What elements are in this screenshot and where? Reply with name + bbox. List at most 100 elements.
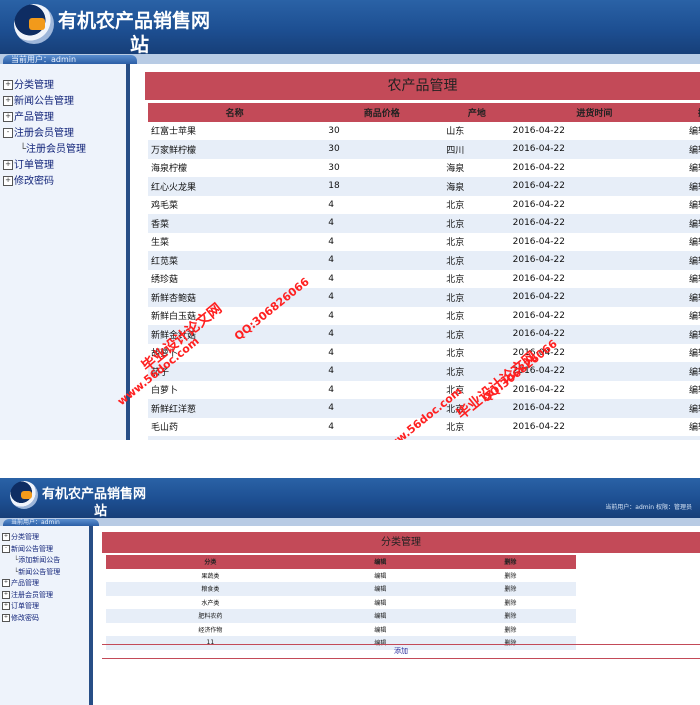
sidebar-subitem[interactable]: └添加新闻公告 xyxy=(14,555,60,565)
edit-link[interactable]: 编辑 xyxy=(677,436,700,440)
expand-icon[interactable]: + xyxy=(3,96,13,106)
product-date: 2016-04-22 xyxy=(512,162,565,173)
table-row: 生菜 4 北京 2016-04-22 编辑 xyxy=(148,233,700,252)
sidebar-item-label: 新闻公告管理 xyxy=(18,567,61,576)
add-link[interactable]: 添加 xyxy=(102,644,700,659)
edit-link[interactable]: 编辑 xyxy=(677,251,700,270)
product-price: 4 xyxy=(328,384,335,395)
edit-link[interactable]: 编辑 xyxy=(677,122,700,141)
product-date: 2016-04-22 xyxy=(512,310,565,321)
page-title-2: 分类管理 xyxy=(102,532,700,553)
sidebar-subitem[interactable]: └注册会员管理 xyxy=(20,140,86,155)
sidebar-item[interactable]: + 产品管理 xyxy=(2,578,39,588)
edit-link[interactable]: 编辑 xyxy=(677,399,700,418)
product-date: 2016-04-22 xyxy=(512,199,565,210)
sidebar-subitem[interactable]: └新闻公告管理 xyxy=(14,567,60,577)
edit-link[interactable]: 编辑 xyxy=(677,288,700,307)
expand-icon[interactable]: + xyxy=(3,80,13,90)
edit-link[interactable]: 编辑 xyxy=(315,609,446,623)
sidebar-item-label: 新闻公告管理 xyxy=(11,544,53,553)
sidebar-item[interactable]: + 修改密码 xyxy=(2,613,39,623)
edit-link[interactable]: 编辑 xyxy=(316,569,446,583)
collapse-icon[interactable]: - xyxy=(3,128,13,138)
edit-link[interactable]: 编辑 xyxy=(677,307,700,326)
sidebar-item[interactable]: + 分类管理 xyxy=(3,76,54,91)
delete-link[interactable]: 删除 xyxy=(445,582,576,596)
delete-link[interactable]: 删除 xyxy=(445,609,576,623)
edit-link[interactable]: 编辑 xyxy=(677,233,700,252)
product-name: 新鲜红洋葱 xyxy=(148,399,323,418)
sidebar-item[interactable]: + 注册会员管理 xyxy=(2,590,53,600)
edit-link[interactable]: 编辑 xyxy=(677,196,700,215)
table-row: 新鲜金针菇4北京2016-04-22编辑 xyxy=(148,325,700,344)
sidebar-item-label: 分类管理 xyxy=(14,80,54,91)
product-date: 2016-04-22 xyxy=(512,177,678,196)
logo-icon-2 xyxy=(10,481,38,509)
table-row: 红心火龙果18海泉2016-04-22编辑 xyxy=(148,177,700,196)
user-tab-2[interactable]: 当前用户：admin xyxy=(3,519,99,526)
product-price: 4 xyxy=(322,325,443,344)
product-date: 2016-04-22 xyxy=(512,436,678,440)
product-name: 海泉柠檬 xyxy=(151,164,188,175)
sidebar-item[interactable]: + 订单管理 xyxy=(3,156,54,171)
category-name: 水产类 xyxy=(201,599,220,607)
delete-link[interactable]: 删除 xyxy=(446,596,576,610)
product-origin: 四川 xyxy=(442,140,513,159)
column-header: 分类 xyxy=(106,555,316,569)
product-price: 4 xyxy=(328,273,335,284)
expand-icon[interactable]: + xyxy=(2,579,10,587)
delete-link[interactable]: 删除 xyxy=(446,569,576,583)
table-row: 万家鲜柠檬30四川2016-04-22编辑 xyxy=(148,140,700,159)
product-date: 2016-04-22 xyxy=(512,273,565,284)
table-row: 红苋菜4北京2016-04-22编辑 xyxy=(148,251,700,270)
top-panel: 有机农产品销售网 站 当前用户：admin + 分类管理 + 新闻公告管理 + 产品管理 -… xyxy=(0,0,700,440)
expand-icon[interactable]: + xyxy=(2,590,10,599)
sidebar-item-label: 产品管理 xyxy=(14,112,54,123)
table-row: 红富士苹果 30 山东 2016-04-22 编辑 xyxy=(148,122,700,141)
expand-icon[interactable]: + xyxy=(3,160,13,170)
edit-link[interactable]: 编辑 xyxy=(316,623,446,637)
header: 有机农产品销售网 站 xyxy=(0,0,700,56)
column-header: 进货时间 xyxy=(512,103,678,122)
edit-link[interactable]: 编辑 xyxy=(677,177,700,196)
sidebar-item[interactable]: + 修改密码 xyxy=(3,172,54,187)
sidebar-2: + 分类管理 - 新闻公告管理 └添加新闻公告 └新闻公告管理 + 产品管理 + 注册会员管理 + 订… xyxy=(0,526,93,705)
sidebar-item[interactable]: + 分类管理 xyxy=(2,532,39,542)
edit-link[interactable]: 编辑 xyxy=(677,362,700,381)
user-tab[interactable]: 当前用户：admin xyxy=(3,55,137,64)
sidebar-item-label: 订单管理 xyxy=(14,160,54,171)
bottom-panel: 有机农产品销售网 站 当前用户：admin 权限：管理员 当前用户：admin … xyxy=(0,478,700,705)
expand-icon[interactable]: + xyxy=(3,176,13,186)
collapse-icon[interactable]: - xyxy=(2,544,10,553)
edit-link[interactable]: 编辑 xyxy=(316,596,446,610)
product-origin: 北京 xyxy=(442,436,513,440)
table-row: 水产类 编辑 删除 xyxy=(106,596,576,610)
table-row: 香菜4北京2016-04-22编辑 xyxy=(148,214,700,233)
product-price: 4 xyxy=(328,347,335,358)
edit-link[interactable]: 编辑 xyxy=(315,582,446,596)
edit-link[interactable]: 编辑 xyxy=(677,418,700,437)
product-origin: 海泉 xyxy=(446,164,465,175)
edit-link[interactable]: 编辑 xyxy=(677,159,700,178)
expand-icon[interactable]: + xyxy=(2,602,10,610)
product-origin: 北京 xyxy=(446,312,465,323)
sidebar-item[interactable]: + 订单管理 xyxy=(2,601,39,611)
sidebar-item[interactable]: + 新闻公告管理 xyxy=(3,92,74,107)
expand-icon[interactable]: + xyxy=(3,112,13,122)
product-origin: 北京 xyxy=(446,423,465,434)
product-date: 2016-04-22 xyxy=(512,384,565,395)
product-name: 红心火龙果 xyxy=(148,177,323,196)
edit-link[interactable]: 编辑 xyxy=(677,270,700,289)
edit-link[interactable]: 编辑 xyxy=(677,344,700,363)
edit-link[interactable]: 编辑 xyxy=(677,325,700,344)
expand-icon[interactable]: + xyxy=(2,533,10,541)
edit-link[interactable]: 编辑 xyxy=(677,381,700,400)
sidebar-item[interactable]: + 产品管理 xyxy=(3,108,54,123)
column-header: 商品价格 xyxy=(322,103,443,122)
expand-icon[interactable]: + xyxy=(2,613,10,622)
sidebar-item[interactable]: - 新闻公告管理 xyxy=(2,544,53,554)
edit-link[interactable]: 编辑 xyxy=(677,214,700,233)
sidebar-item[interactable]: - 注册会员管理 xyxy=(3,124,74,139)
delete-link[interactable]: 删除 xyxy=(446,623,576,637)
edit-link[interactable]: 编辑 xyxy=(677,140,700,159)
